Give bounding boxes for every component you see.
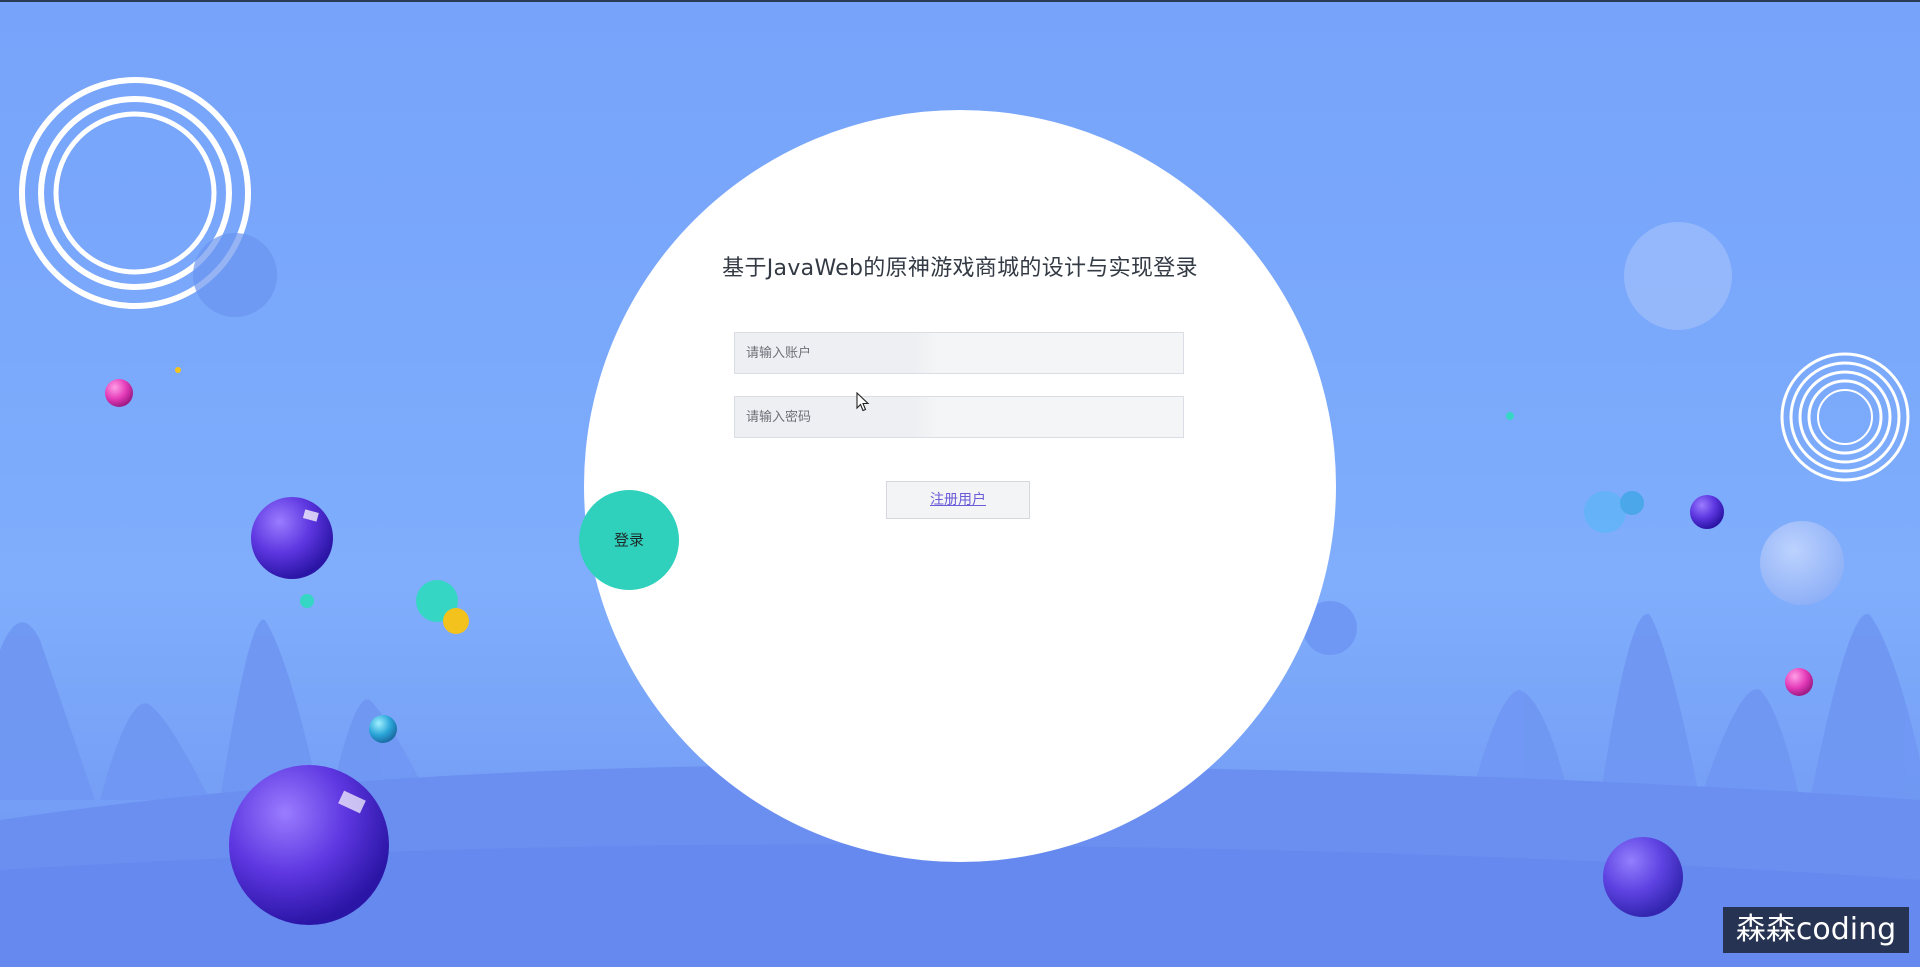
sphere-purple-large <box>229 765 389 925</box>
sphere-teal <box>369 715 397 743</box>
dot-yellow <box>443 608 469 634</box>
account-input[interactable] <box>734 332 1184 374</box>
login-page: 基于JavaWeb的原神游戏商城的设计与实现登录 注册用户 登录 森森codin… <box>0 0 1920 967</box>
sphere-purple-left <box>251 497 333 579</box>
sphere-pink-left <box>105 379 133 407</box>
password-input[interactable] <box>734 396 1184 438</box>
register-link[interactable]: 注册用户 <box>886 481 1030 519</box>
watermark: 森森coding <box>1723 907 1909 953</box>
login-button[interactable]: 登录 <box>579 490 679 590</box>
sphere-purple-bottom-right <box>1603 837 1683 917</box>
sphere-purple-right <box>1690 495 1724 529</box>
page-title: 基于JavaWeb的原神游戏商城的设计与实现登录 <box>722 256 1198 281</box>
rings-right <box>1780 352 1910 482</box>
sphere-pink-right <box>1785 668 1813 696</box>
hills-right <box>1470 613 1920 800</box>
mouse-pointer-icon <box>856 392 870 412</box>
hills-left <box>0 619 430 800</box>
